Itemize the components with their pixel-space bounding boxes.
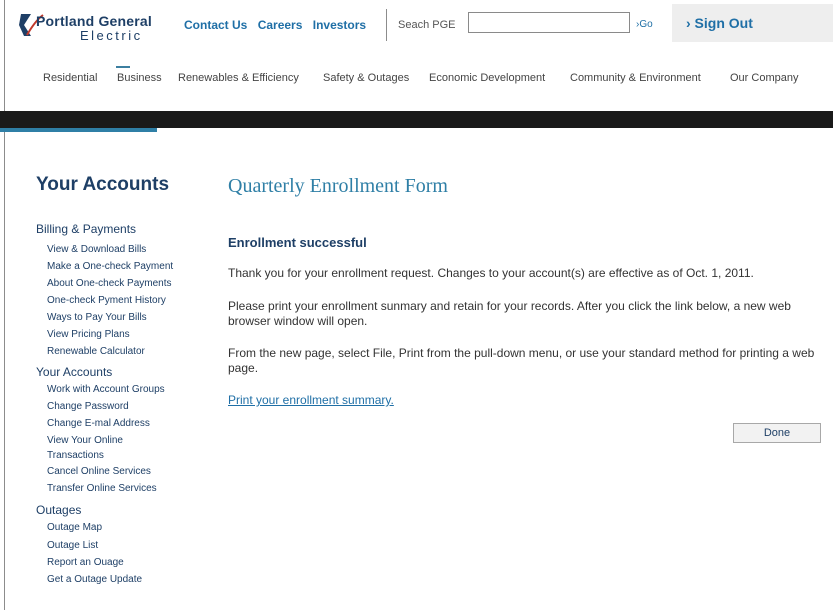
success-heading: Enrollment successful	[228, 235, 367, 250]
search-input[interactable]	[468, 12, 630, 33]
page-title: Quarterly Enrollment Form	[228, 175, 448, 197]
sidebar-item-view-download-bills[interactable]: View & Download Bills	[47, 244, 146, 255]
sidebar-item-cancel-services[interactable]: Cancel Online Services	[47, 466, 151, 477]
sidebar-item-view-online[interactable]: View Your Online	[47, 435, 123, 446]
sidebar-item-pricing-plans[interactable]: View Pricing Plans	[47, 329, 130, 340]
go-button[interactable]: ›Go	[636, 19, 653, 30]
contact-us-link[interactable]: Contact Us	[184, 18, 247, 32]
sidebar-heading-outages[interactable]: Outages	[36, 503, 81, 517]
nav-item-renewables[interactable]: Renewables & Efficiency	[178, 72, 299, 84]
logo-text-line1: Portland General	[36, 13, 153, 29]
nav-active-indicator	[116, 66, 130, 68]
sidebar-item-change-email[interactable]: Change E-mal Address	[47, 418, 150, 429]
careers-link[interactable]: Careers	[258, 18, 303, 32]
print-method-text: From the new page, select File, Print fr…	[228, 346, 815, 375]
sidebar-item-report-outage[interactable]: Report an Ouage	[47, 557, 124, 568]
sidebar-heading-your-accounts[interactable]: Your Accounts	[36, 365, 112, 379]
sidebar-item-change-password[interactable]: Change Password	[47, 401, 129, 412]
sidebar-heading-billing[interactable]: Billing & Payments	[36, 222, 136, 236]
main-nav: Residential Business Renewables & Effici…	[0, 72, 833, 92]
sign-out-link[interactable]: › Sign Out	[686, 15, 753, 31]
done-button[interactable]: Done	[733, 423, 821, 443]
sidebar-item-outage-update[interactable]: Get a Outage Update	[47, 574, 142, 585]
sidebar-item-outage-list[interactable]: Outage List	[47, 540, 98, 551]
pge-logo[interactable]: Portland General Electric	[18, 10, 170, 48]
sidebar-item-payment-history[interactable]: One-check Pyment History	[47, 295, 166, 306]
logo-text-line2: Electric	[80, 28, 143, 43]
investors-link[interactable]: Investors	[313, 18, 366, 32]
print-summary-link[interactable]: Print your enrollment summary.	[228, 393, 394, 407]
sidebar-item-account-groups[interactable]: Work with Account Groups	[47, 384, 165, 395]
sidebar-item-about-payments[interactable]: About One-check Payments	[47, 278, 172, 289]
header-band	[0, 111, 833, 128]
band-accent	[0, 128, 157, 132]
sidebar-title: Your Accounts	[36, 174, 170, 195]
sidebar-item-transfer-services[interactable]: Transfer Online Services	[47, 483, 157, 494]
header-divider	[386, 9, 387, 41]
nav-item-business[interactable]: Business	[117, 72, 162, 84]
sidebar-item-transactions[interactable]: Transactions	[47, 450, 104, 461]
sidebar-item-outage-map[interactable]: Outage Map	[47, 522, 102, 533]
nav-item-safety-outages[interactable]: Safety & Outages	[323, 72, 409, 84]
search-label: Seach PGE	[398, 19, 456, 31]
top-links: Contact Us Careers Investors	[184, 18, 373, 32]
confirmation-text: Thank you for your enrollment request. C…	[228, 266, 754, 280]
sidebar-item-renewable-calculator[interactable]: Renewable Calculator	[47, 346, 145, 357]
print-instructions-text: Please print your enrollment sunmary and…	[228, 299, 791, 328]
nav-item-community-environment[interactable]: Community & Environment	[570, 72, 701, 84]
nav-item-our-company[interactable]: Our Company	[730, 72, 798, 84]
sidebar-item-ways-to-pay[interactable]: Ways to Pay Your Bills	[47, 312, 147, 323]
sidebar-item-make-payment[interactable]: Make a One-check Payment	[47, 261, 173, 272]
nav-item-economic-development[interactable]: Economic Development	[429, 72, 545, 84]
nav-item-residential[interactable]: Residential	[43, 72, 97, 84]
